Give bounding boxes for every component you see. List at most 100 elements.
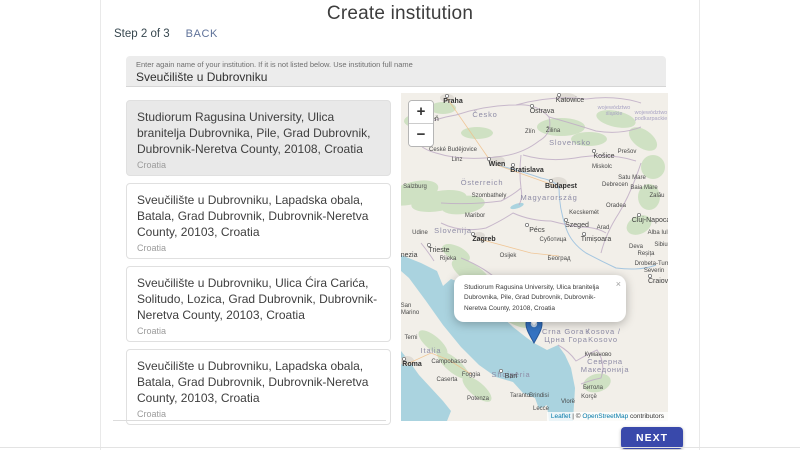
institution-results-list: Studiorum Ragusina University, Ulica bra… bbox=[126, 100, 391, 432]
svg-text:Zagreb: Zagreb bbox=[472, 236, 495, 243]
result-title: Studiorum Ragusina University, Ulica bra… bbox=[137, 109, 380, 157]
svg-text:Marino: Marino bbox=[401, 310, 420, 316]
svg-text:Linz: Linz bbox=[451, 157, 462, 163]
page-title: Create institution bbox=[101, 3, 699, 25]
svg-text:Roma: Roma bbox=[402, 361, 422, 368]
svg-text:Ostrava: Ostrava bbox=[530, 108, 555, 115]
svg-text:Zalău: Zalău bbox=[649, 193, 664, 199]
result-title: Sveučilište u Dubrovniku, Lapadska obala… bbox=[137, 192, 380, 240]
svg-text:Битола: Битола bbox=[583, 385, 604, 391]
institution-name-field[interactable]: Enter again name of your institution. If… bbox=[126, 56, 666, 87]
svg-text:Foggia: Foggia bbox=[462, 372, 481, 378]
leaflet-link[interactable]: Leaflet bbox=[551, 413, 571, 420]
svg-text:Cluj-Napoca: Cluj-Napoca bbox=[632, 217, 668, 224]
svg-text:Košice: Košice bbox=[593, 153, 614, 160]
svg-text:Caserta: Caserta bbox=[436, 377, 458, 383]
result-title: Sveučilište u Dubrovniku, Lapadska obala… bbox=[137, 358, 380, 406]
result-country: Croatia bbox=[137, 160, 380, 170]
svg-text:San: San bbox=[401, 303, 411, 309]
svg-text:Baia Mare: Baia Mare bbox=[630, 185, 658, 191]
svg-text:Campobasso: Campobasso bbox=[431, 359, 467, 365]
map-popup: Studiorum Ragusina University, Ulica bra… bbox=[454, 275, 626, 322]
map-zoom-control: + − bbox=[408, 100, 434, 147]
svg-text:Црна Гора: Црна Гора bbox=[544, 335, 587, 344]
map-canvas[interactable]: PrahaKatowiceOstravaČeskoPlzeňZlínŽilina… bbox=[401, 93, 668, 421]
bottom-divider bbox=[0, 447, 800, 448]
svg-text:Wien: Wien bbox=[489, 161, 506, 168]
next-button[interactable]: NEXT bbox=[621, 427, 683, 449]
institution-name-value[interactable]: Sveučilište u Dubrovniku bbox=[136, 70, 656, 85]
attribution-suffix: contributors bbox=[628, 413, 664, 420]
svg-text:Venezia: Venezia bbox=[401, 252, 418, 259]
svg-text:Bratislava: Bratislava bbox=[510, 167, 544, 174]
svg-text:Udine: Udine bbox=[412, 230, 428, 236]
svg-text:Rijeka: Rijeka bbox=[440, 256, 457, 262]
svg-text:Slovensko: Slovensko bbox=[549, 138, 591, 147]
svg-text:Kecskemét: Kecskemét bbox=[569, 210, 599, 216]
institution-result-2[interactable]: Sveučilište u Dubrovniku, Lapadska obala… bbox=[126, 183, 391, 259]
svg-text:Severin: Severin bbox=[644, 268, 664, 274]
institution-result-1[interactable]: Studiorum Ragusina University, Ulica bra… bbox=[126, 100, 391, 176]
institution-result-4[interactable]: Sveučilište u Dubrovniku, Lapadska obala… bbox=[126, 349, 391, 425]
svg-text:Österreich: Österreich bbox=[461, 178, 504, 187]
svg-text:Београд: Београд bbox=[548, 256, 571, 262]
svg-text:Žilina: Žilina bbox=[546, 126, 561, 134]
svg-text:Reșița: Reșița bbox=[637, 251, 655, 257]
svg-text:Maribor: Maribor bbox=[465, 213, 485, 219]
svg-text:Bari: Bari bbox=[505, 373, 518, 380]
back-button[interactable]: BACK bbox=[186, 28, 218, 40]
list-bottom-divider bbox=[113, 420, 386, 421]
leaflet-map[interactable]: PrahaKatowiceOstravaČeskoPlzeňZlínŽilina… bbox=[401, 93, 668, 421]
svg-text:Arad: Arad bbox=[597, 225, 610, 231]
svg-text:Brindisi: Brindisi bbox=[529, 393, 549, 399]
openstreetmap-link[interactable]: OpenStreetMap bbox=[582, 413, 628, 420]
svg-text:Taranto: Taranto bbox=[510, 393, 531, 399]
svg-text:Slovenija: Slovenija bbox=[434, 226, 472, 235]
svg-text:Zlín: Zlín bbox=[525, 129, 535, 135]
svg-text:Oradea: Oradea bbox=[606, 203, 627, 209]
svg-text:Vlorë: Vlorë bbox=[561, 399, 576, 405]
svg-text:Суботица: Суботица bbox=[540, 237, 568, 243]
svg-text:Szeged: Szeged bbox=[565, 222, 589, 229]
svg-text:Deva: Deva bbox=[629, 244, 644, 250]
svg-text:Osijek: Osijek bbox=[500, 253, 518, 259]
step-indicator: Step 2 of 3 BACK bbox=[114, 28, 218, 40]
result-title: Sveučilište u Dubrovniku, Ulica Ćira Car… bbox=[137, 275, 380, 323]
svg-text:Korçë: Korçë bbox=[581, 394, 597, 400]
result-country: Croatia bbox=[137, 326, 380, 336]
zoom-out-button[interactable]: − bbox=[409, 124, 433, 146]
svg-text:Македонија: Македонија bbox=[581, 365, 630, 374]
svg-text:Sibiu: Sibiu bbox=[654, 242, 667, 248]
institution-name-label: Enter again name of your institution. If… bbox=[136, 60, 656, 69]
step-label: Step 2 of 3 bbox=[114, 28, 170, 40]
map-attribution: Leaflet | © OpenStreetMap contributors bbox=[547, 412, 668, 421]
popup-close-icon[interactable]: × bbox=[616, 277, 621, 291]
content-column: Create institution Step 2 of 3 BACK Enter… bbox=[100, 0, 700, 450]
map-popup-text: Studiorum Ragusina University, Ulica bra… bbox=[464, 284, 599, 312]
result-country: Croatia bbox=[137, 409, 380, 419]
svg-text:Szombathely: Szombathely bbox=[472, 193, 507, 199]
result-country: Croatia bbox=[137, 243, 380, 253]
svg-text:Budapest: Budapest bbox=[545, 183, 578, 190]
svg-text:Salzburg: Salzburg bbox=[403, 184, 427, 190]
svg-text:Alba Iulia: Alba Iulia bbox=[648, 230, 668, 236]
svg-text:Debrecen: Debrecen bbox=[602, 182, 628, 188]
svg-text:Kosovo: Kosovo bbox=[588, 335, 618, 344]
zoom-in-button[interactable]: + bbox=[409, 101, 433, 124]
svg-text:Potenza: Potenza bbox=[467, 396, 490, 402]
svg-text:Praha: Praha bbox=[443, 98, 463, 105]
svg-text:Magyarország: Magyarország bbox=[520, 193, 577, 202]
svg-text:Miskolc: Miskolc bbox=[592, 164, 612, 170]
svg-text:Česko: Česko bbox=[472, 110, 497, 119]
svg-text:Trieste: Trieste bbox=[428, 247, 449, 254]
svg-text:Prešov: Prešov bbox=[618, 149, 637, 155]
svg-text:Craiova: Craiova bbox=[648, 278, 668, 285]
institution-result-3[interactable]: Sveučilište u Dubrovniku, Ulica Ćira Car… bbox=[126, 266, 391, 342]
svg-text:Italia: Italia bbox=[421, 346, 442, 355]
svg-text:Timișoara: Timișoara bbox=[581, 236, 612, 243]
svg-text:České Budějovice: České Budějovice bbox=[429, 146, 478, 153]
svg-text:podkarpackie: podkarpackie bbox=[635, 116, 668, 122]
svg-text:Terni: Terni bbox=[404, 335, 417, 341]
attribution-separator: | © bbox=[570, 413, 582, 420]
svg-text:Satu Mare: Satu Mare bbox=[618, 175, 646, 181]
